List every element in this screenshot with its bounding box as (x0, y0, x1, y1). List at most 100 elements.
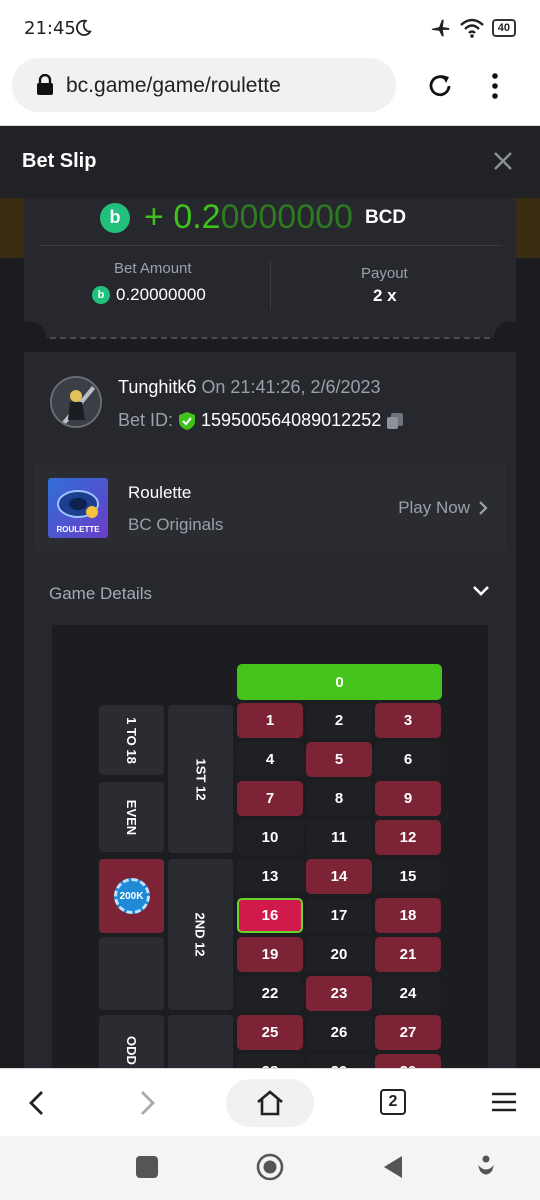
roulette-cell-25: 25 (237, 1015, 303, 1050)
divider (40, 245, 502, 246)
status-time: 21:45 (24, 18, 76, 39)
bet-slip-header: Bet Slip (0, 126, 540, 198)
bet-amount-value: 0.20000000 (116, 285, 206, 304)
url-text: bc.game/game/roulette (66, 74, 281, 97)
browser-bottom-nav: 2 (0, 1068, 540, 1136)
bet-even: EVEN (99, 782, 164, 852)
game-card[interactable]: ROULETTE Roulette BC Originals Play Now (34, 463, 506, 551)
roulette-cell-20: 20 (306, 937, 372, 972)
bet-amount-label: Bet Amount (114, 260, 192, 277)
win-currency: BCD (364, 206, 407, 228)
system-nav-bar (0, 1136, 540, 1200)
roulette-cell-17: 17 (306, 898, 372, 933)
roulette-cell-5: 5 (306, 742, 372, 777)
ticket-notch-right (494, 322, 540, 352)
bet-time: On 21:41:26, 2/6/2023 (201, 377, 381, 397)
tab-count-button[interactable]: 2 (380, 1089, 406, 1115)
roulette-cell-26: 26 (306, 1015, 372, 1050)
game-details-title: Game Details (49, 584, 152, 603)
username[interactable]: Tunghitk6 (118, 377, 196, 397)
roulette-cell-4: 4 (237, 742, 303, 777)
bet-1st-12: 1ST 12 (168, 705, 233, 853)
roulette-cell-zero: 0 (237, 664, 442, 700)
roulette-cell-1: 1 (237, 703, 303, 738)
play-now-label: Play Now (398, 498, 470, 517)
status-icons: 40 (430, 17, 516, 39)
accessibility-hand-icon[interactable] (476, 1154, 496, 1180)
chevron-down-icon[interactable] (472, 585, 490, 597)
status-bar: 21:45 40 (0, 0, 540, 58)
roulette-cell-2: 2 (306, 703, 372, 738)
roulette-cell-27: 27 (375, 1015, 441, 1050)
bet-slip-title: Bet Slip (22, 150, 97, 172)
airplane-mode-icon (431, 19, 449, 37)
home-circle-icon[interactable] (256, 1153, 284, 1181)
dashed-separator (50, 337, 490, 339)
bet-odd-label: ODD (123, 1035, 139, 1065)
bet-black (99, 937, 164, 1010)
chevron-right-icon (479, 501, 488, 515)
menu-hamburger-icon[interactable] (490, 1091, 518, 1113)
payout-label: Payout (361, 265, 408, 282)
win-amount-row: b + 0.20000000 BCD (100, 198, 406, 237)
roulette-cell-11: 11 (306, 820, 372, 855)
reload-icon[interactable] (425, 71, 455, 101)
bet-id-row: Bet ID: 159500564089012252 (118, 410, 405, 431)
payout-value: 2 x (373, 286, 397, 305)
user-line: Tunghitk6 On 21:41:26, 2/6/2023 (118, 377, 381, 398)
avatar (50, 376, 102, 428)
roulette-cell-7: 7 (237, 781, 303, 816)
bcd-coin-small-icon: b (92, 286, 110, 304)
bet-2nd-12-label: 2ND 12 (192, 912, 208, 957)
home-icon (257, 1090, 283, 1116)
play-now-link[interactable]: Play Now (398, 498, 488, 518)
roulette-cell-16: 16 (237, 898, 303, 933)
browser-toolbar: bc.game/game/roulette (0, 58, 540, 126)
bet-id-label: Bet ID: (118, 410, 174, 430)
home-button[interactable] (226, 1079, 314, 1127)
chip-200k: 200K (113, 878, 150, 914)
forward-arrow-icon[interactable] (138, 1089, 158, 1117)
bet-2nd-12: 2ND 12 (168, 859, 233, 1010)
roulette-cell-19: 19 (237, 937, 303, 972)
roulette-cell-15: 15 (375, 859, 441, 894)
stat-divider (270, 260, 271, 310)
win-amount: + 0.20000000 (144, 198, 353, 236)
ticket-notch-left (0, 322, 46, 352)
roulette-cell-6: 6 (375, 742, 441, 777)
bcd-coin-icon: b (100, 202, 130, 233)
roulette-cell-3: 3 (375, 703, 441, 738)
battery-indicator: 40 (491, 19, 516, 37)
bet-1-to-18-label: 1 TO 18 (123, 716, 139, 764)
game-name: Roulette (128, 483, 192, 502)
game-provider: BC Originals (128, 515, 224, 534)
roulette-cell-23: 23 (306, 976, 372, 1011)
roulette-thumbnail: ROULETTE (48, 478, 108, 538)
lock-icon (37, 74, 53, 95)
close-icon[interactable] (492, 150, 514, 172)
bet-1-to-18: 1 TO 18 (99, 705, 164, 775)
roulette-cell-9: 9 (375, 781, 441, 816)
roulette-cell-14: 14 (306, 859, 372, 894)
roulette-cell-24: 24 (375, 976, 441, 1011)
back-arrow-icon[interactable] (26, 1089, 46, 1117)
roulette-cell-13: 13 (237, 859, 303, 894)
more-options-icon[interactable] (490, 72, 500, 100)
roulette-cell-8: 8 (306, 781, 372, 816)
wifi-icon (459, 18, 484, 38)
win-summary-card: b + 0.20000000 BCD Bet Amount b 0.200000… (24, 198, 516, 338)
bet-1st-12-label: 1ST 12 (192, 758, 208, 800)
recents-square-icon[interactable] (136, 1156, 158, 1178)
roulette-cell-22: 22 (237, 976, 303, 1011)
back-triangle-icon[interactable] (382, 1154, 404, 1180)
bet-amount-row: b 0.20000000 (92, 285, 212, 305)
bet-id-value: 159500564089012252 (201, 410, 382, 430)
copy-icon[interactable] (385, 411, 405, 431)
roulette-cell-12: 12 (375, 820, 441, 855)
thumbnail-label: ROULETTE (56, 525, 100, 534)
verified-shield-icon (179, 411, 196, 430)
do-not-disturb-moon-icon (75, 19, 92, 36)
roulette-cell-10: 10 (237, 820, 303, 855)
address-bar[interactable]: bc.game/game/roulette (12, 58, 396, 112)
bet-even-label: EVEN (124, 799, 139, 835)
